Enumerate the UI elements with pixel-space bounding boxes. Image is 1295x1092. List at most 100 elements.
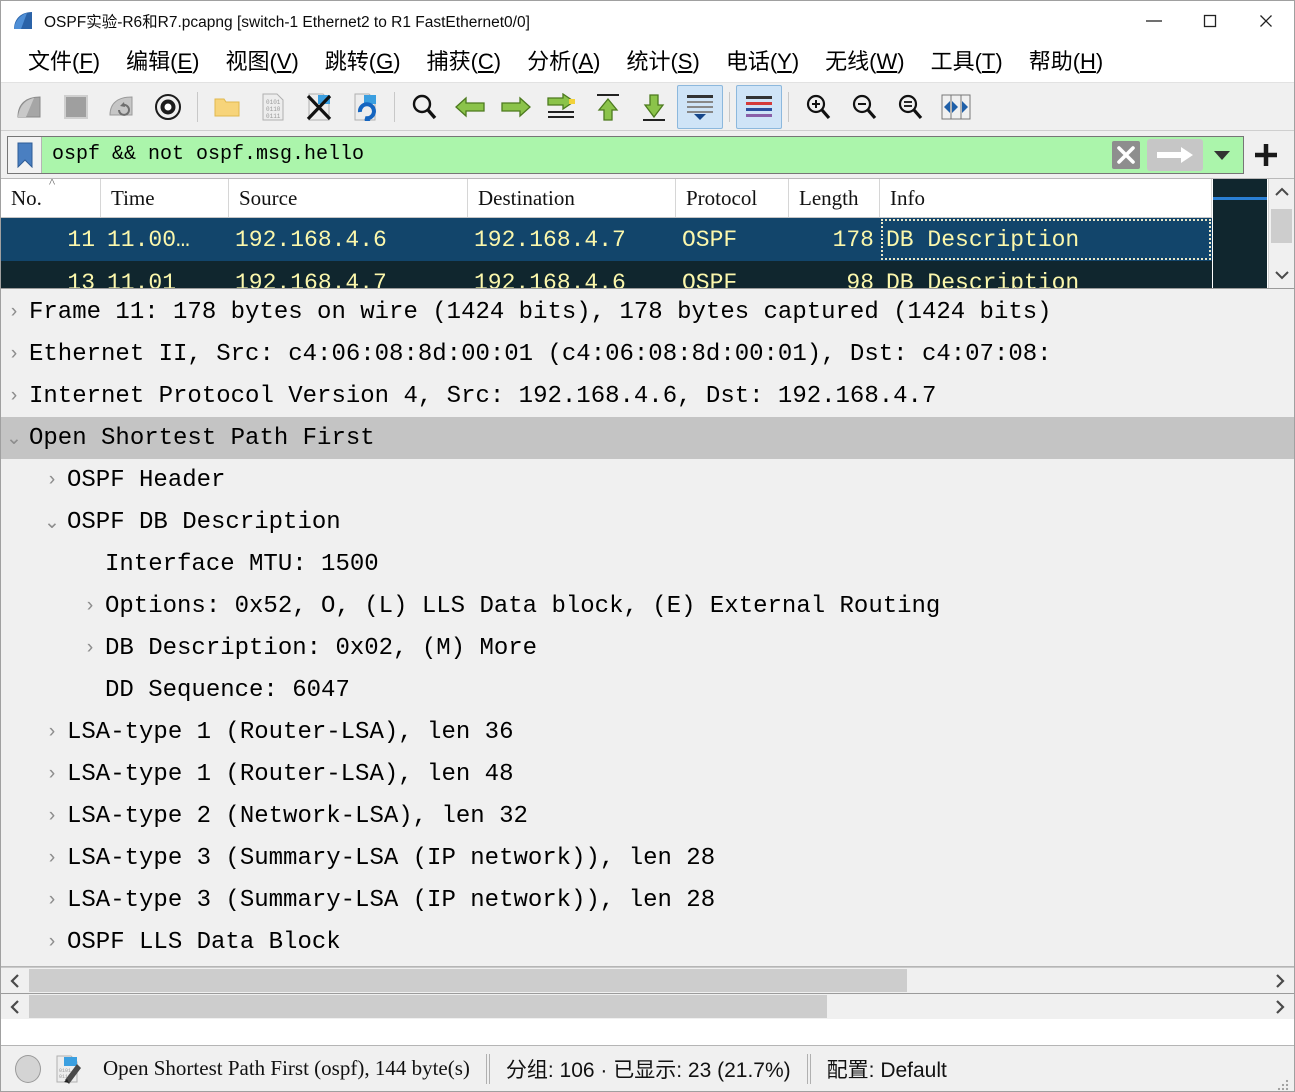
close-button[interactable] [1238, 1, 1294, 41]
minimize-button[interactable] [1126, 1, 1182, 41]
chevron-right-icon[interactable]: › [39, 805, 65, 827]
tree-row-options[interactable]: › Options: 0x52, O, (L) LLS Data block, … [1, 585, 1294, 627]
restart-capture-icon[interactable] [99, 85, 145, 129]
tree-row-ethernet[interactable]: › Ethernet II, Src: c4:06:08:8d:00:01 (c… [1, 333, 1294, 375]
menu-item-edit[interactable]: 编辑(E) [113, 51, 212, 73]
find-packet-icon[interactable] [401, 85, 447, 129]
chevron-right-icon[interactable]: › [77, 637, 103, 659]
chevron-right-icon[interactable]: › [39, 721, 65, 743]
chevron-right-icon[interactable]: › [39, 931, 65, 953]
open-file-icon[interactable] [204, 85, 250, 129]
tree-row-interface-mtu[interactable]: › Interface MTU: 1500 [1, 543, 1294, 585]
table-row[interactable]: 11 11.00… 192.168.4.6 192.168.4.7 OSPF 1… [1, 218, 1212, 261]
packet-list[interactable]: No. ^ Time Source Destination Protocol L… [1, 179, 1294, 289]
maximize-button[interactable] [1182, 1, 1238, 41]
menu-item-tools[interactable]: 工具(T) [918, 51, 1016, 73]
zoom-in-icon[interactable] [795, 85, 841, 129]
scrollbar-track[interactable] [29, 994, 1266, 1019]
table-row[interactable]: 13 11.01 192.168.4.7 192.168.4.6 OSPF 98… [1, 261, 1212, 288]
column-header-source[interactable]: Source [229, 179, 468, 217]
column-header-no[interactable]: No. ^ [1, 179, 101, 217]
packet-list-vertical-scrollbar[interactable] [1268, 179, 1294, 288]
packet-list-minimap[interactable] [1212, 179, 1268, 288]
chevron-right-icon[interactable]: › [1, 301, 27, 323]
column-header-destination[interactable]: Destination [468, 179, 676, 217]
packet-details-pane[interactable]: › Frame 11: 178 bytes on wire (1424 bits… [1, 289, 1294, 967]
chevron-right-icon[interactable]: › [39, 469, 65, 491]
scrollbar-thumb[interactable] [29, 995, 827, 1018]
tree-row-db-description-flags[interactable]: › DB Description: 0x02, (M) More [1, 627, 1294, 669]
menu-item-view[interactable]: 视图(V) [212, 51, 311, 73]
tree-row-ospf-header[interactable]: › OSPF Header [1, 459, 1294, 501]
column-header-time[interactable]: Time [101, 179, 229, 217]
menu-item-wireless[interactable]: 无线(W) [812, 51, 917, 73]
column-header-protocol[interactable]: Protocol [676, 179, 789, 217]
chevron-right-icon[interactable]: › [77, 595, 103, 617]
capture-options-icon[interactable] [145, 85, 191, 129]
tree-row-lsa-type-3-a[interactable]: › LSA-type 3 (Summary-LSA (IP network)),… [1, 837, 1294, 879]
tree-row-ospf-db-description[interactable]: ⌄ OSPF DB Description [1, 501, 1294, 543]
reload-file-icon[interactable] [342, 85, 388, 129]
save-file-icon[interactable]: 010101100111 [250, 85, 296, 129]
menu-item-help[interactable]: 帮助(H) [1016, 51, 1117, 73]
tree-row-frame[interactable]: › Frame 11: 178 bytes on wire (1424 bits… [1, 291, 1294, 333]
scroll-right-button[interactable] [1266, 968, 1294, 993]
chevron-right-icon[interactable]: › [39, 847, 65, 869]
chevron-down-icon[interactable] [1205, 139, 1239, 171]
colorize-icon[interactable] [736, 85, 782, 129]
go-back-icon[interactable] [447, 85, 493, 129]
expert-info-icon[interactable]: 0101 0110 [55, 1054, 83, 1084]
tree-row-dd-sequence[interactable]: › DD Sequence: 6047 [1, 669, 1294, 711]
resize-grip-icon[interactable] [1276, 1073, 1290, 1087]
scroll-down-button[interactable] [1269, 262, 1294, 288]
go-last-packet-icon[interactable] [631, 85, 677, 129]
tree-row-lsa-type-2[interactable]: › LSA-type 2 (Network-LSA), len 32 [1, 795, 1294, 837]
auto-scroll-icon[interactable] [677, 85, 723, 129]
scroll-right-button[interactable] [1266, 994, 1294, 1019]
scroll-left-button[interactable] [1, 968, 29, 993]
scrollbar-track[interactable] [29, 968, 1266, 993]
menu-item-file[interactable]: 文件(F) [15, 51, 113, 73]
menu-item-capture[interactable]: 捕获(C) [414, 51, 515, 73]
go-to-packet-icon[interactable] [539, 85, 585, 129]
scrollbar-thumb[interactable] [1271, 209, 1292, 243]
menu-item-analyze[interactable]: 分析(A) [514, 51, 613, 73]
status-profile-text[interactable]: 配置: Default [827, 1054, 947, 1084]
bytes-horizontal-scrollbar[interactable] [1, 993, 1294, 1019]
chevron-right-icon[interactable]: › [1, 343, 27, 365]
display-filter-input[interactable] [42, 137, 1109, 173]
column-header-info[interactable]: Info [880, 179, 1212, 217]
bookmark-icon[interactable] [8, 137, 42, 173]
tree-row-ospf-lls-data-block[interactable]: › OSPF LLS Data Block [1, 921, 1294, 963]
tree-row-lsa-type-3-b[interactable]: › LSA-type 3 (Summary-LSA (IP network)),… [1, 879, 1294, 921]
zoom-reset-icon[interactable] [887, 85, 933, 129]
resize-columns-icon[interactable] [933, 85, 979, 129]
chevron-right-icon[interactable]: › [1, 385, 27, 407]
tree-row-ospf[interactable]: ⌄ Open Shortest Path First [1, 417, 1294, 459]
scrollbar-thumb[interactable] [29, 969, 907, 992]
tree-row-ipv4[interactable]: › Internet Protocol Version 4, Src: 192.… [1, 375, 1294, 417]
scroll-up-button[interactable] [1269, 179, 1294, 205]
chevron-down-icon[interactable]: ⌄ [1, 427, 27, 450]
stop-capture-icon[interactable] [53, 85, 99, 129]
clear-filter-icon[interactable] [1109, 139, 1143, 171]
go-forward-icon[interactable] [493, 85, 539, 129]
details-horizontal-scrollbar[interactable] [1, 967, 1294, 993]
capture-status-icon[interactable] [15, 1055, 41, 1083]
column-header-length[interactable]: Length [789, 179, 880, 217]
menu-item-telephony[interactable]: 电话(Y) [713, 51, 812, 73]
menu-item-go[interactable]: 跳转(G) [312, 51, 414, 73]
packet-bytes-pane[interactable] [1, 1019, 1294, 1045]
chevron-right-icon[interactable]: › [39, 763, 65, 785]
go-first-packet-icon[interactable] [585, 85, 631, 129]
tree-row-lsa-type-1-a[interactable]: › LSA-type 1 (Router-LSA), len 36 [1, 711, 1294, 753]
tree-row-lsa-type-1-b[interactable]: › LSA-type 1 (Router-LSA), len 48 [1, 753, 1294, 795]
start-capture-icon[interactable] [7, 85, 53, 129]
add-filter-button-icon[interactable] [1244, 136, 1288, 174]
chevron-right-icon[interactable]: › [39, 889, 65, 911]
apply-filter-icon[interactable] [1147, 139, 1203, 171]
zoom-out-icon[interactable] [841, 85, 887, 129]
menu-item-statistics[interactable]: 统计(S) [613, 51, 712, 73]
chevron-down-icon[interactable]: ⌄ [39, 511, 65, 534]
close-file-icon[interactable] [296, 85, 342, 129]
